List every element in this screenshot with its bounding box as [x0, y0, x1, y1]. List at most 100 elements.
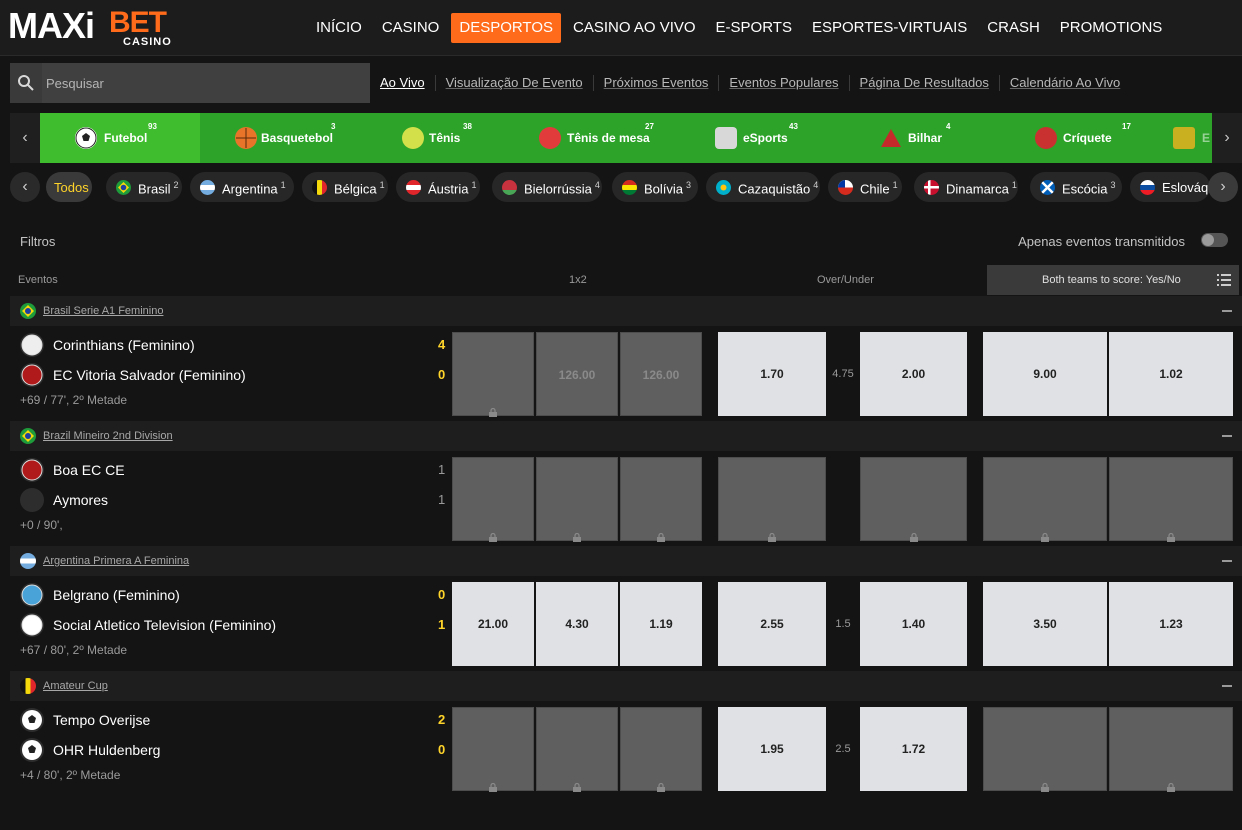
odds-button[interactable]: 3.50	[983, 582, 1107, 666]
odds-button[interactable]	[452, 332, 534, 418]
odds-button[interactable]: 4.30	[536, 582, 618, 666]
logo-maxi: MAXi	[8, 5, 95, 46]
country-dinamarca[interactable]: Dinamarca 1	[914, 172, 1018, 202]
austria-flag-icon	[406, 180, 421, 195]
odds-button[interactable]: 21.00	[452, 582, 534, 666]
odds-button[interactable]	[718, 457, 826, 543]
market-selector[interactable]: Both teams to score: Yes/No	[987, 265, 1239, 295]
collapse-icon[interactable]	[1222, 560, 1232, 562]
odds-button[interactable]	[536, 457, 618, 543]
odds-button[interactable]: 1.23	[1109, 582, 1233, 666]
nav-casino-ao-vivo[interactable]: CASINO AO VIVO	[565, 13, 704, 43]
sports-scroll-right-icon[interactable]: ›	[1212, 113, 1242, 163]
sports-scroll-left-icon[interactable]: ‹	[10, 113, 40, 163]
league-name[interactable]: Amateur Cup	[43, 680, 108, 692]
over-under-line: 4.75	[832, 368, 854, 380]
country-argentina[interactable]: Argentina 1	[190, 172, 294, 202]
league-name[interactable]: Brazil Mineiro 2nd Division	[43, 430, 173, 442]
lock-icon	[489, 746, 497, 793]
odds-button[interactable]: 1.70	[718, 332, 826, 416]
sport-esports[interactable]: eSports 43	[680, 113, 840, 163]
odds-button[interactable]: 2.55	[718, 582, 826, 666]
country-cazaquistao[interactable]: Cazaquistão 4	[706, 172, 820, 202]
subnav-proximos[interactable]: Próximos Eventos	[594, 75, 720, 91]
odds-button[interactable]	[620, 457, 702, 543]
sport-futebol[interactable]: Futebol 93	[40, 113, 200, 163]
logo-casino: CASINO	[123, 36, 172, 48]
subnav-populares[interactable]: Eventos Populares	[719, 75, 850, 91]
nav-crash[interactable]: CRASH	[979, 13, 1048, 43]
country-brasil[interactable]: Brasil 2	[106, 172, 182, 202]
odds-button[interactable]: 1.95	[718, 707, 826, 791]
subnav-ao-vivo[interactable]: Ao Vivo	[380, 75, 436, 91]
nav-desportos[interactable]: DESPORTOS	[451, 13, 561, 43]
odds-button[interactable]	[452, 707, 534, 793]
league-header[interactable]: Brazil Mineiro 2nd Division	[10, 421, 1242, 451]
team-name: OHR Huldenberg	[53, 742, 161, 758]
odds-button[interactable]	[620, 707, 702, 793]
odds-button[interactable]: 2.00	[860, 332, 967, 416]
collapse-icon[interactable]	[1222, 310, 1232, 312]
subnav-calendario[interactable]: Calendário Ao Vivo	[1000, 75, 1130, 91]
subnav-visualizacao[interactable]: Visualização De Evento	[436, 75, 594, 91]
team-score: 2	[438, 712, 446, 727]
odds-button[interactable]	[1109, 707, 1233, 793]
odds-button[interactable]: 1.02	[1109, 332, 1233, 416]
sport-partial[interactable]: E	[1160, 113, 1212, 163]
collapse-icon[interactable]	[1222, 685, 1232, 687]
odds-button[interactable]: 1.72	[860, 707, 967, 791]
filters-label[interactable]: Filtros	[20, 234, 55, 249]
league-header[interactable]: Amateur Cup	[10, 671, 1242, 701]
country-todos[interactable]: Todos	[46, 172, 92, 202]
odds-button[interactable]	[536, 707, 618, 793]
sport-label: Tênis	[429, 131, 461, 145]
search-input[interactable]	[46, 63, 366, 103]
countries-scroll-left-icon[interactable]: ‹	[10, 172, 40, 202]
team-name: Boa EC CE	[53, 462, 125, 478]
sport-criquete[interactable]: Críquete 17	[1000, 113, 1160, 163]
slovakia-flag-icon	[1140, 180, 1155, 195]
sport-bilhar[interactable]: Bilhar 4	[840, 113, 1000, 163]
odds-button[interactable]: 1.40	[860, 582, 967, 666]
odds-button[interactable]	[983, 707, 1107, 793]
countries-scroll-right-icon[interactable]: ›	[1208, 172, 1238, 202]
odds-button[interactable]: 126.00	[536, 332, 618, 416]
odds-button[interactable]	[860, 457, 967, 543]
league-header[interactable]: Argentina Primera A Feminina	[10, 546, 1242, 576]
odds-button[interactable]: 1.19	[620, 582, 702, 666]
odds-button[interactable]	[452, 457, 534, 543]
country-chile[interactable]: Chile 1	[828, 172, 902, 202]
list-menu-icon[interactable]	[1217, 274, 1231, 286]
odds-button[interactable]	[1109, 457, 1233, 543]
odds-button[interactable]: 9.00	[983, 332, 1107, 416]
country-bielorrussia[interactable]: Bielorrússia 4	[492, 172, 602, 202]
country-austria[interactable]: Áustria 1	[396, 172, 480, 202]
odds-button[interactable]	[983, 457, 1107, 543]
country-eslovaquia[interactable]: Eslováq	[1130, 172, 1210, 202]
collapse-icon[interactable]	[1222, 435, 1232, 437]
nav-inicio[interactable]: INÍCIO	[308, 13, 370, 43]
league-name[interactable]: Argentina Primera A Feminina	[43, 555, 189, 567]
event-time: +69 / 77', 2º Metade	[20, 393, 128, 407]
nav-esportes-virtuais[interactable]: ESPORTES-VIRTUAIS	[804, 13, 975, 43]
country-belgica[interactable]: Bélgica 1	[302, 172, 388, 202]
search-icon[interactable]	[10, 63, 42, 103]
country-bolivia[interactable]: Bolívia 3	[612, 172, 698, 202]
sport-tenis[interactable]: Tênis 38	[360, 113, 520, 163]
subnav-resultados[interactable]: Página De Resultados	[850, 75, 1000, 91]
league-name[interactable]: Brasil Serie A1 Feminino	[43, 305, 163, 317]
sport-tenis-de-mesa[interactable]: Tênis de mesa 27	[520, 113, 680, 163]
team-logo-icon	[20, 363, 44, 387]
scotland-flag-icon	[1040, 180, 1055, 195]
maxibet-logo[interactable]: MAXi BET CASINO	[8, 5, 172, 49]
league-header[interactable]: Brasil Serie A1 Feminino	[10, 296, 1242, 326]
sport-basquetebol[interactable]: Basquetebol 3	[200, 113, 360, 163]
stream-only-toggle[interactable]	[1201, 233, 1228, 247]
odds-button[interactable]: 126.00	[620, 332, 702, 416]
nav-promotions[interactable]: PROMOTIONS	[1052, 13, 1171, 43]
nav-e-sports[interactable]: E-SPORTS	[708, 13, 800, 43]
team-name: Aymores	[53, 492, 108, 508]
nav-casino[interactable]: CASINO	[374, 13, 448, 43]
logo-bet: BET	[109, 6, 167, 39]
country-escocia[interactable]: Escócia 3	[1030, 172, 1122, 202]
